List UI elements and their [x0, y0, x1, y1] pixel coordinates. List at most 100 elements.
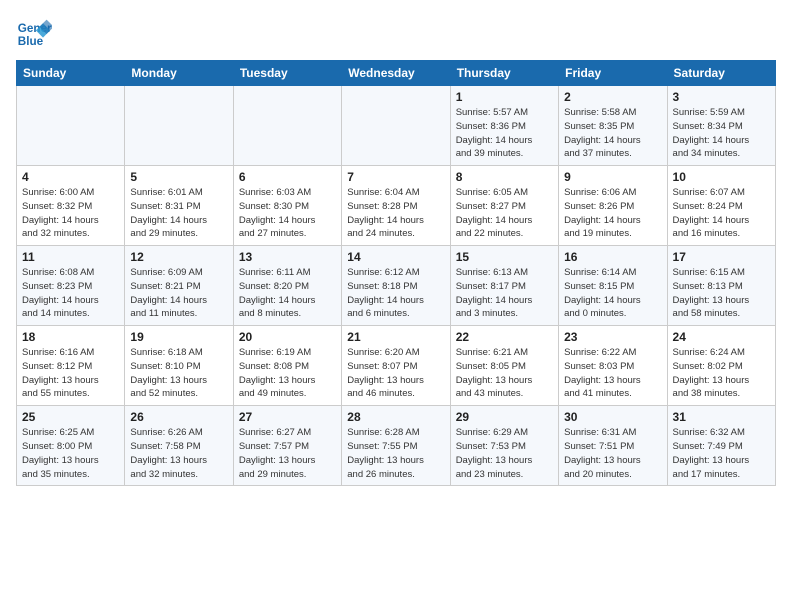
weekday-header-friday: Friday: [559, 61, 667, 86]
calendar-day-21: 21 Sunrise: 6:20 AMSunset: 8:07 PMDayligh…: [342, 326, 450, 406]
day-info: Sunrise: 6:31 AMSunset: 7:51 PMDaylight:…: [564, 426, 661, 481]
day-number: 17: [673, 250, 770, 264]
calendar-day-25: 25Sunrise: 6:25 AMSunset: 8:00 PMDayligh…: [17, 406, 125, 486]
day-info: Sunrise: 6:29 AMSunset: 7:53 PMDaylight:…: [456, 426, 553, 481]
day-info: Sunrise: 6:20 AMSunset: 8:07 PMDaylight:…: [347, 346, 444, 401]
weekday-header-thursday: Thursday: [450, 61, 558, 86]
day-info: Sunrise: 6:22 AMSunset: 8:03 PMDaylight:…: [564, 346, 661, 401]
day-number: 31: [673, 410, 770, 424]
calendar-day-10: 10 Sunrise: 6:07 AMSunset: 8:24 PMDayligh…: [667, 166, 775, 246]
day-info: Sunrise: 6:19 AMSunset: 8:08 PMDaylight:…: [239, 346, 336, 401]
calendar-day-14: 14Sunrise: 6:12 AMSunset: 8:18 PMDayligh…: [342, 246, 450, 326]
day-info: Sunrise: 6:14 AMSunset: 8:15 PMDaylight:…: [564, 266, 661, 321]
calendar-day-22: 22Sunrise: 6:21 AMSunset: 8:05 PMDayligh…: [450, 326, 558, 406]
logo-icon: General Blue: [16, 16, 52, 52]
day-info: Sunrise: 6:08 AMSunset: 8:23 PMDaylight:…: [22, 266, 119, 321]
day-number: 6: [239, 170, 336, 184]
weekday-header-sunday: Sunday: [17, 61, 125, 86]
weekday-header-wednesday: Wednesday: [342, 61, 450, 86]
calendar-empty-cell: [17, 86, 125, 166]
day-info: Sunrise: 6:16 AMSunset: 8:12 PMDaylight:…: [22, 346, 119, 401]
day-info: Sunrise: 6:06 AMSunset: 8:26 PMDaylight:…: [564, 186, 661, 241]
calendar-day-4: 4 Sunrise: 6:00 AMSunset: 8:32 PMDaylight…: [17, 166, 125, 246]
calendar-day-23: 23 Sunrise: 6:22 AMSunset: 8:03 PMDayligh…: [559, 326, 667, 406]
day-number: 19: [130, 330, 227, 344]
day-number: 30: [564, 410, 661, 424]
day-number: 1: [456, 90, 553, 104]
calendar-day-5: 5Sunrise: 6:01 AMSunset: 8:31 PMDaylight…: [125, 166, 233, 246]
calendar-day-15: 15Sunrise: 6:13 AMSunset: 8:17 PMDayligh…: [450, 246, 558, 326]
calendar-day-28: 28 Sunrise: 6:28 AMSunset: 7:55 PMDayligh…: [342, 406, 450, 486]
calendar-day-3: 3Sunrise: 5:59 AMSunset: 8:34 PMDaylight…: [667, 86, 775, 166]
day-info: Sunrise: 6:07 AMSunset: 8:24 PMDaylight:…: [673, 186, 770, 241]
calendar-day-9: 9Sunrise: 6:06 AMSunset: 8:26 PMDaylight…: [559, 166, 667, 246]
day-info: Sunrise: 6:24 AMSunset: 8:02 PMDaylight:…: [673, 346, 770, 401]
day-info: Sunrise: 6:15 AMSunset: 8:13 PMDaylight:…: [673, 266, 770, 321]
calendar-empty-cell: [125, 86, 233, 166]
day-number: 23: [564, 330, 661, 344]
calendar-week-row: 25Sunrise: 6:25 AMSunset: 8:00 PMDayligh…: [17, 406, 776, 486]
day-info: Sunrise: 6:11 AMSunset: 8:20 PMDaylight:…: [239, 266, 336, 321]
calendar-day-6: 6 Sunrise: 6:03 AMSunset: 8:30 PMDaylight…: [233, 166, 341, 246]
day-info: Sunrise: 6:09 AMSunset: 8:21 PMDaylight:…: [130, 266, 227, 321]
weekday-header-monday: Monday: [125, 61, 233, 86]
weekday-header-row: SundayMondayTuesdayWednesdayThursdayFrid…: [17, 61, 776, 86]
day-number: 5: [130, 170, 227, 184]
day-number: 16: [564, 250, 661, 264]
day-info: Sunrise: 6:03 AMSunset: 8:30 PMDaylight:…: [239, 186, 336, 241]
day-number: 28: [347, 410, 444, 424]
page-header: General Blue: [16, 16, 776, 52]
calendar-day-16: 16 Sunrise: 6:14 AMSunset: 8:15 PMDayligh…: [559, 246, 667, 326]
day-number: 3: [673, 90, 770, 104]
calendar-day-19: 19 Sunrise: 6:18 AMSunset: 8:10 PMDayligh…: [125, 326, 233, 406]
calendar-day-1: 1 Sunrise: 5:57 AMSunset: 8:36 PMDaylight…: [450, 86, 558, 166]
day-info: Sunrise: 5:58 AMSunset: 8:35 PMDaylight:…: [564, 106, 661, 161]
day-info: Sunrise: 6:13 AMSunset: 8:17 PMDaylight:…: [456, 266, 553, 321]
day-info: Sunrise: 6:00 AMSunset: 8:32 PMDaylight:…: [22, 186, 119, 241]
day-number: 20: [239, 330, 336, 344]
day-info: Sunrise: 6:18 AMSunset: 8:10 PMDaylight:…: [130, 346, 227, 401]
day-number: 27: [239, 410, 336, 424]
day-info: Sunrise: 5:57 AMSunset: 8:36 PMDaylight:…: [456, 106, 553, 161]
day-info: Sunrise: 6:26 AMSunset: 7:58 PMDaylight:…: [130, 426, 227, 481]
calendar-day-8: 8 Sunrise: 6:05 AMSunset: 8:27 PMDaylight…: [450, 166, 558, 246]
day-number: 18: [22, 330, 119, 344]
day-number: 26: [130, 410, 227, 424]
day-number: 10: [673, 170, 770, 184]
day-info: Sunrise: 6:25 AMSunset: 8:00 PMDaylight:…: [22, 426, 119, 481]
calendar-day-29: 29Sunrise: 6:29 AMSunset: 7:53 PMDayligh…: [450, 406, 558, 486]
calendar-day-27: 27 Sunrise: 6:27 AMSunset: 7:57 PMDayligh…: [233, 406, 341, 486]
day-info: Sunrise: 6:27 AMSunset: 7:57 PMDaylight:…: [239, 426, 336, 481]
day-info: Sunrise: 6:05 AMSunset: 8:27 PMDaylight:…: [456, 186, 553, 241]
calendar-table: SundayMondayTuesdayWednesdayThursdayFrid…: [16, 60, 776, 486]
day-number: 8: [456, 170, 553, 184]
calendar-day-7: 7 Sunrise: 6:04 AMSunset: 8:28 PMDaylight…: [342, 166, 450, 246]
calendar-day-11: 11 Sunrise: 6:08 AMSunset: 8:23 PMDayligh…: [17, 246, 125, 326]
day-number: 12: [130, 250, 227, 264]
day-number: 4: [22, 170, 119, 184]
weekday-header-tuesday: Tuesday: [233, 61, 341, 86]
calendar-day-18: 18 Sunrise: 6:16 AMSunset: 8:12 PMDayligh…: [17, 326, 125, 406]
day-info: Sunrise: 6:04 AMSunset: 8:28 PMDaylight:…: [347, 186, 444, 241]
calendar-empty-cell: [233, 86, 341, 166]
day-number: 21: [347, 330, 444, 344]
calendar-day-20: 20 Sunrise: 6:19 AMSunset: 8:08 PMDayligh…: [233, 326, 341, 406]
day-number: 11: [22, 250, 119, 264]
day-info: Sunrise: 6:12 AMSunset: 8:18 PMDaylight:…: [347, 266, 444, 321]
logo: General Blue: [16, 16, 52, 52]
calendar-day-26: 26 Sunrise: 6:26 AMSunset: 7:58 PMDayligh…: [125, 406, 233, 486]
day-number: 7: [347, 170, 444, 184]
calendar-week-row: 11 Sunrise: 6:08 AMSunset: 8:23 PMDayligh…: [17, 246, 776, 326]
calendar-week-row: 1 Sunrise: 5:57 AMSunset: 8:36 PMDaylight…: [17, 86, 776, 166]
calendar-day-12: 12 Sunrise: 6:09 AMSunset: 8:21 PMDayligh…: [125, 246, 233, 326]
calendar-day-17: 17 Sunrise: 6:15 AMSunset: 8:13 PMDayligh…: [667, 246, 775, 326]
calendar-empty-cell: [342, 86, 450, 166]
day-info: Sunrise: 6:21 AMSunset: 8:05 PMDaylight:…: [456, 346, 553, 401]
svg-text:Blue: Blue: [18, 35, 44, 48]
calendar-week-row: 4 Sunrise: 6:00 AMSunset: 8:32 PMDaylight…: [17, 166, 776, 246]
calendar-day-30: 30 Sunrise: 6:31 AMSunset: 7:51 PMDayligh…: [559, 406, 667, 486]
day-info: Sunrise: 6:32 AMSunset: 7:49 PMDaylight:…: [673, 426, 770, 481]
calendar-day-2: 2Sunrise: 5:58 AMSunset: 8:35 PMDaylight…: [559, 86, 667, 166]
weekday-header-saturday: Saturday: [667, 61, 775, 86]
day-info: Sunrise: 6:28 AMSunset: 7:55 PMDaylight:…: [347, 426, 444, 481]
